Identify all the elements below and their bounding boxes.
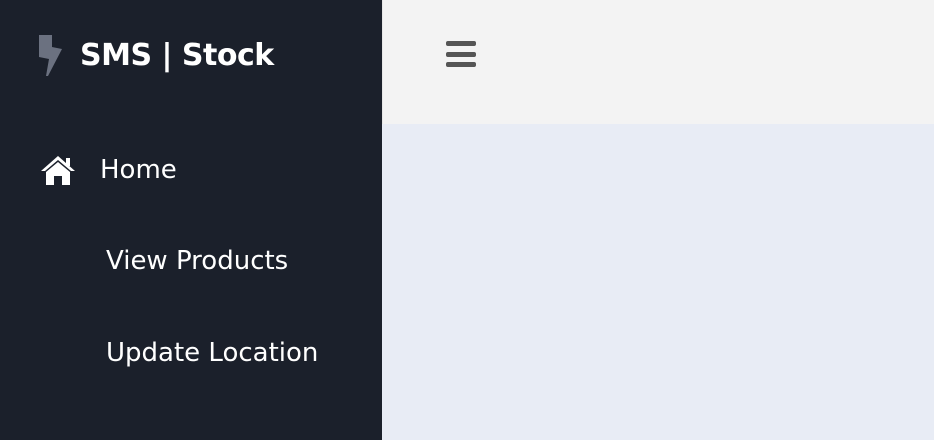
sidebar: SMS | Stock Home View Products Update Lo… — [0, 0, 382, 440]
sidebar-item-home[interactable]: Home — [40, 149, 177, 191]
sidebar-item-update-location[interactable]: Update Location — [106, 332, 318, 374]
menu-bar-line — [446, 41, 476, 46]
sidebar-item-label: Update Location — [106, 338, 319, 368]
sidebar-item-view-products[interactable]: View Products — [106, 240, 288, 282]
brand-title: SMS | Stock — [80, 37, 274, 73]
home-icon — [40, 153, 76, 187]
top-bar — [382, 0, 934, 124]
main-area — [382, 0, 934, 440]
menu-bar-line — [446, 62, 476, 67]
bolt-icon — [34, 33, 64, 77]
sidebar-item-label: View Products — [106, 246, 289, 276]
sidebar-item-label: Home — [100, 155, 177, 185]
hamburger-menu-icon[interactable] — [445, 39, 477, 69]
content-area — [382, 124, 934, 440]
brand[interactable]: SMS | Stock — [34, 33, 274, 77]
menu-bar-line — [446, 51, 476, 57]
app-shell: SMS | Stock Home View Products Update Lo… — [0, 0, 934, 440]
